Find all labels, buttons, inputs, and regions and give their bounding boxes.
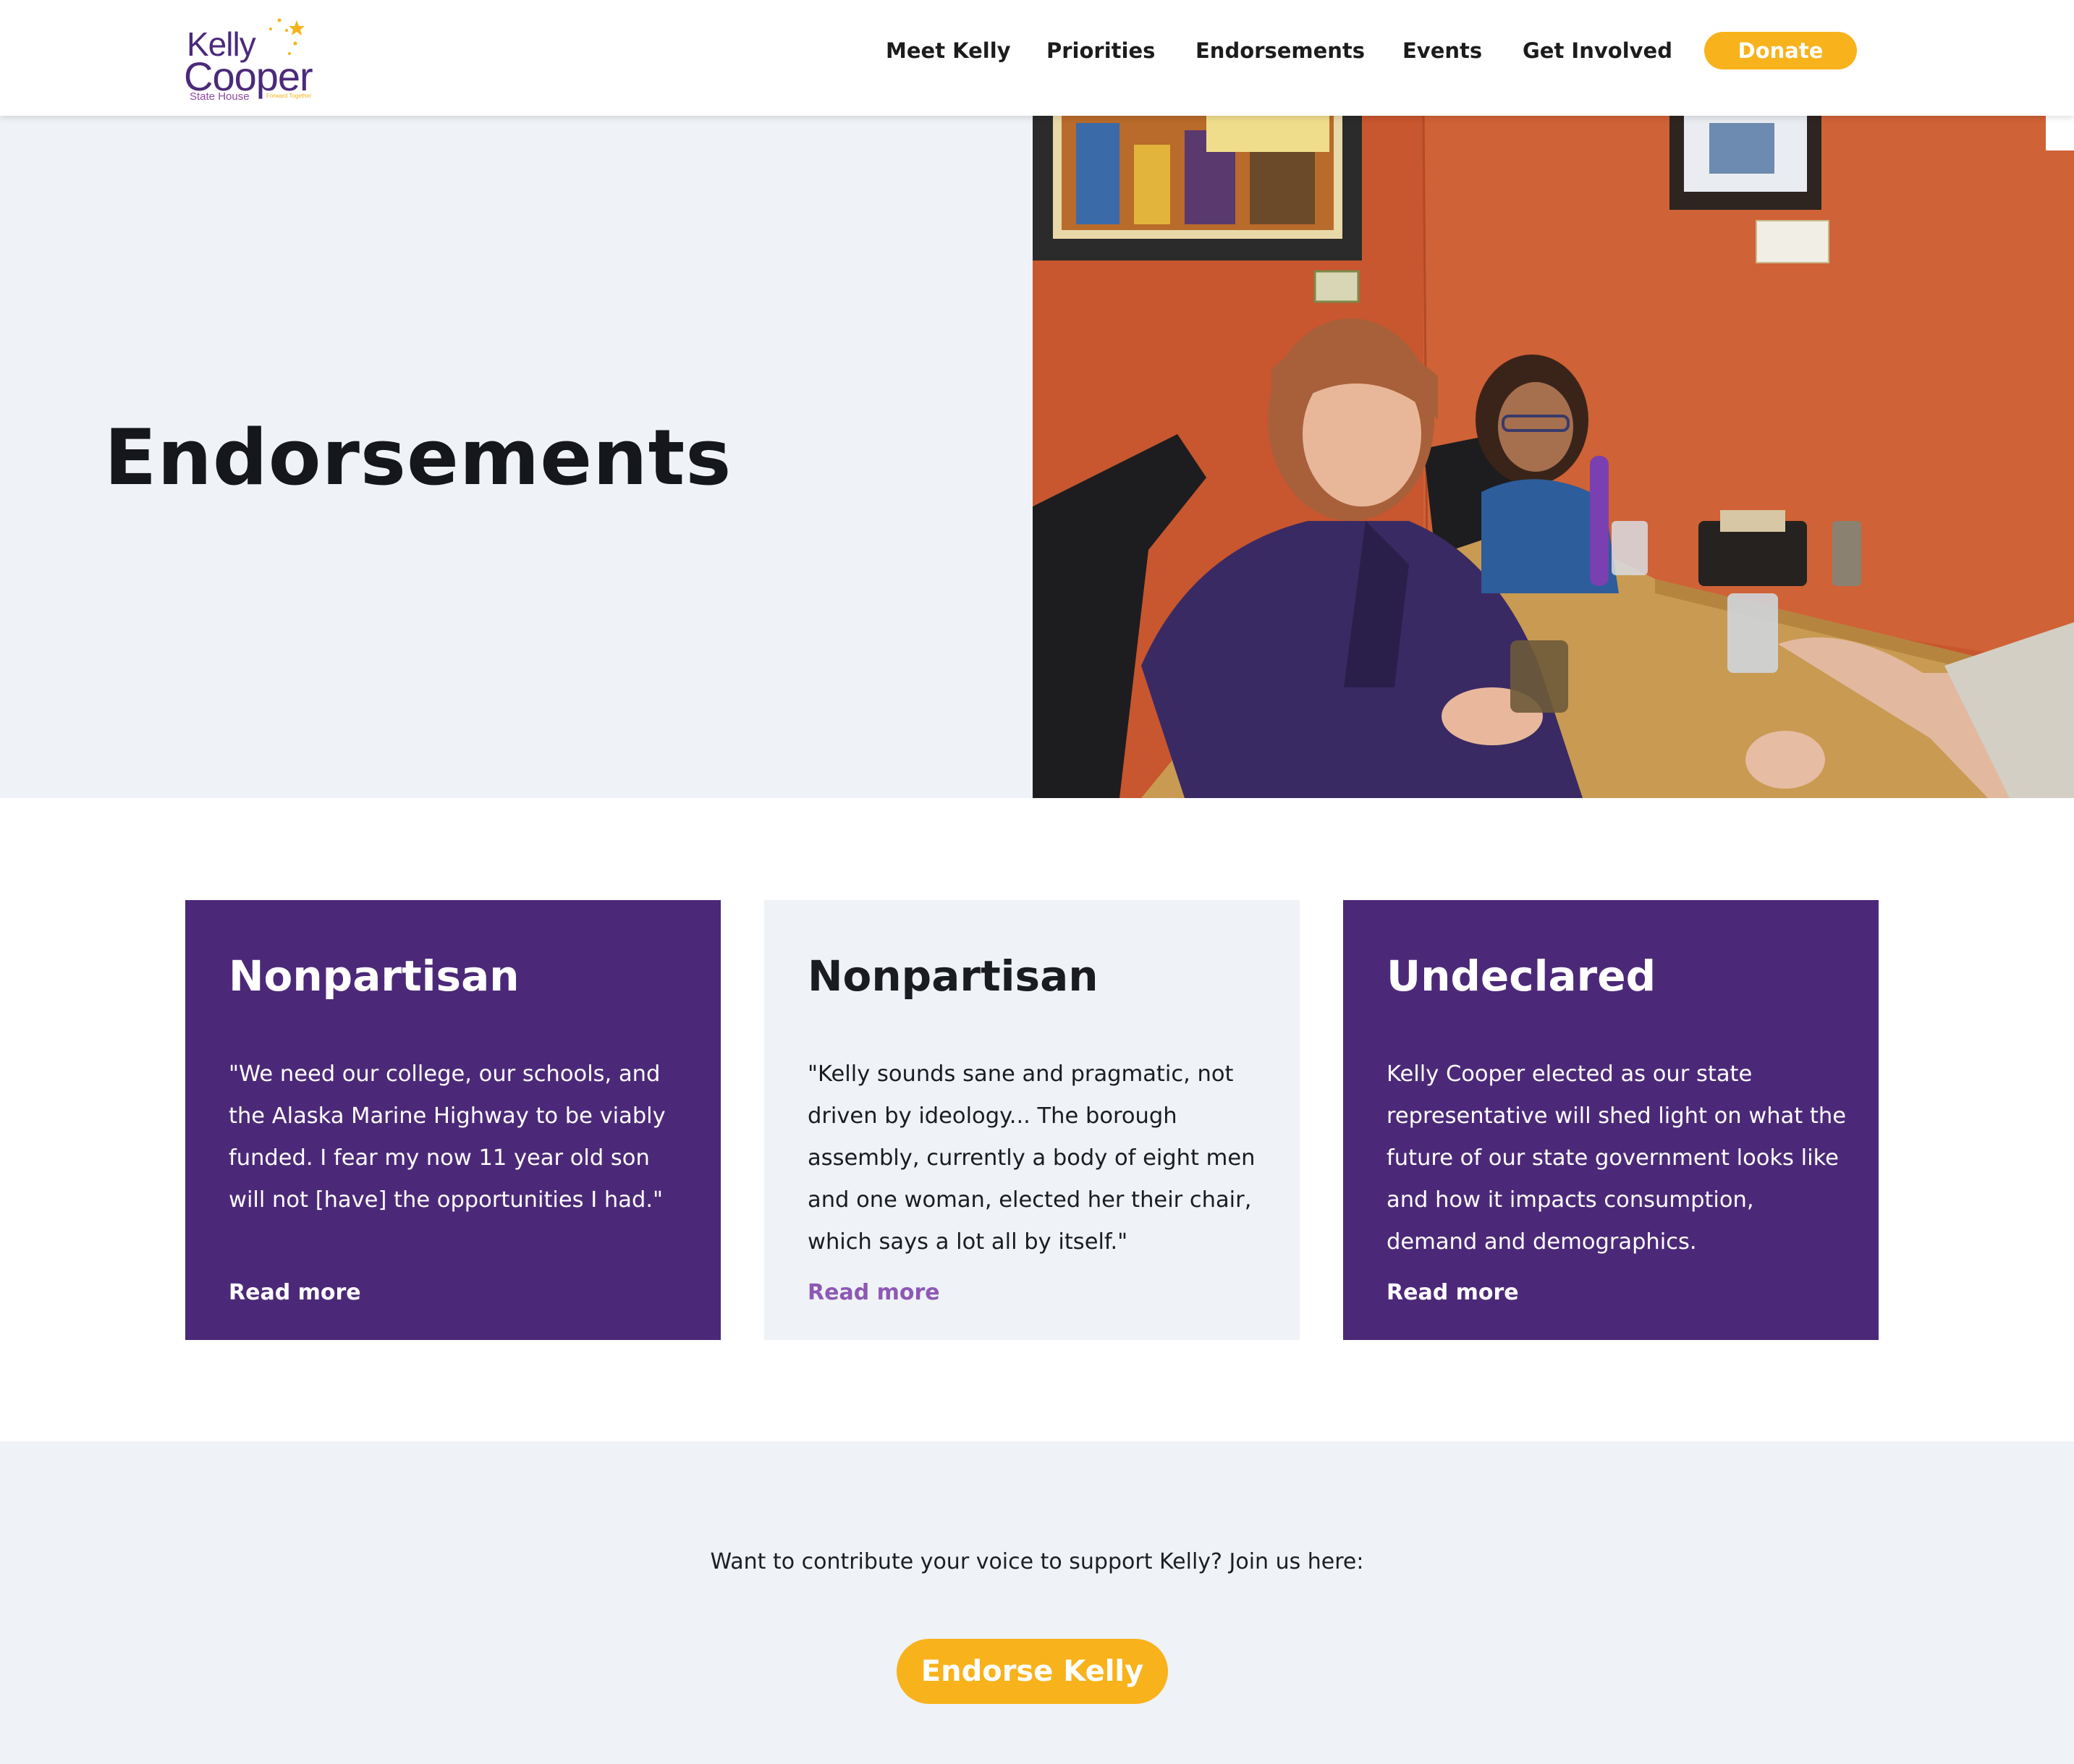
nav-meet-kelly[interactable]: Meet Kelly bbox=[886, 32, 1011, 69]
endorse-kelly-button[interactable]: Endorse Kelly bbox=[897, 1639, 1168, 1704]
photo-illustration bbox=[1033, 116, 2074, 798]
nav-priorities[interactable]: Priorities bbox=[1046, 32, 1155, 69]
endorsement-card: Undeclared Kelly Cooper elected as our s… bbox=[1343, 900, 1879, 1340]
hero-section: Endorsements bbox=[0, 116, 2074, 798]
page-title: Endorsements bbox=[104, 413, 732, 502]
cta-text: Want to contribute your voice to support… bbox=[710, 1549, 1364, 1574]
card-title: Nonpartisan bbox=[808, 951, 1099, 1001]
nav-get-involved[interactable]: Get Involved bbox=[1523, 32, 1672, 69]
hero-photo bbox=[1033, 116, 2074, 798]
logo-subtitle: State House bbox=[190, 90, 250, 103]
card-quote: Kelly Cooper elected as our state repres… bbox=[1387, 1061, 1846, 1255]
card-title: Nonpartisan bbox=[229, 951, 520, 1001]
card-quote: "Kelly sounds sane and pragmatic, not dr… bbox=[808, 1061, 1256, 1255]
nav-endorsements[interactable]: Endorsements bbox=[1195, 32, 1365, 69]
read-more-link[interactable]: Read more bbox=[808, 1282, 940, 1304]
site-header: Kelly Cooper State House Forward Togethe… bbox=[0, 0, 2074, 116]
endorsement-card: Nonpartisan "We need our college, our sc… bbox=[185, 900, 721, 1340]
read-more-link[interactable]: Read more bbox=[229, 1282, 361, 1304]
logo-tagline: Forward Together bbox=[266, 93, 312, 99]
donate-button[interactable]: Donate bbox=[1704, 32, 1857, 69]
card-quote: "We need our college, our schools, and t… bbox=[229, 1061, 666, 1213]
site-logo[interactable]: Kelly Cooper State House Forward Togethe… bbox=[181, 13, 333, 106]
card-title: Undeclared bbox=[1387, 951, 1656, 1001]
endorse-cta-section: Want to contribute your voice to support… bbox=[0, 1441, 2074, 1764]
nav-events[interactable]: Events bbox=[1402, 32, 1482, 69]
endorsement-card: Nonpartisan "Kelly sounds sane and pragm… bbox=[764, 900, 1300, 1340]
read-more-link[interactable]: Read more bbox=[1387, 1282, 1519, 1304]
